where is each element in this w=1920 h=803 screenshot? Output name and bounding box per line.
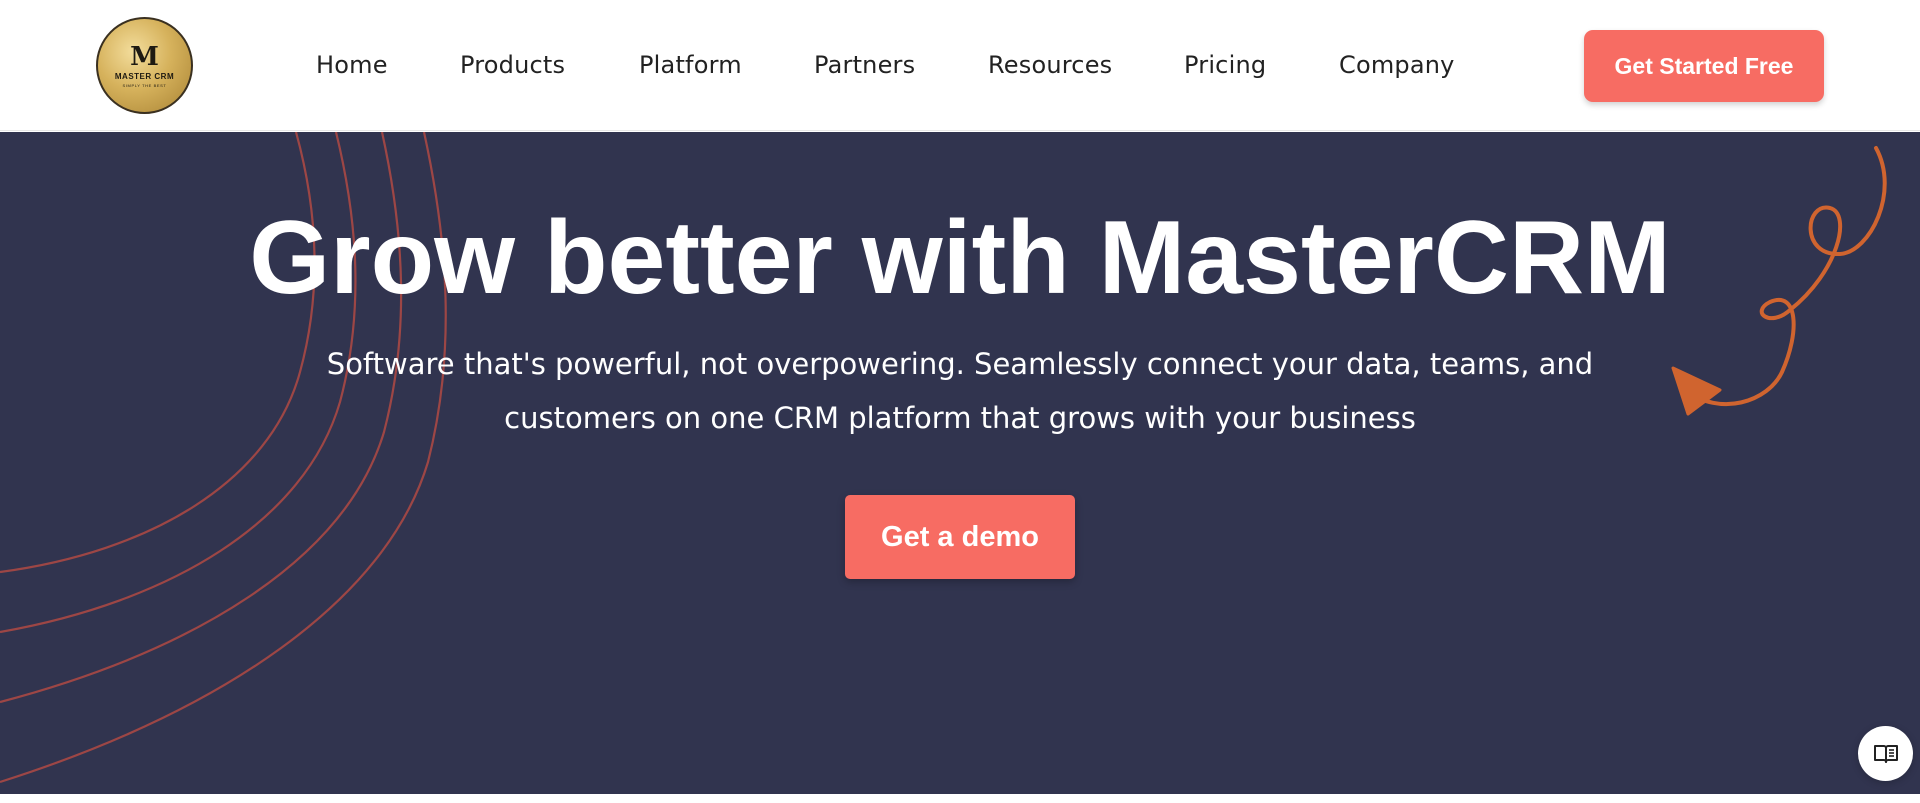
site-header: M MASTER CRM SIMPLY THE BEST Home Produc… bbox=[0, 0, 1920, 131]
logo-tagline: SIMPLY THE BEST bbox=[122, 82, 167, 88]
nav-item-partners[interactable]: Partners bbox=[814, 48, 915, 82]
reader-mode-button[interactable] bbox=[1858, 726, 1913, 781]
book-reader-icon bbox=[1873, 744, 1898, 763]
nav-item-company[interactable]: Company bbox=[1339, 48, 1455, 82]
get-a-demo-button[interactable]: Get a demo bbox=[845, 495, 1075, 579]
hero-subtitle-line2: customers on one CRM platform that grows… bbox=[504, 401, 1416, 435]
hero-title: Grow better with MasterCRM bbox=[249, 200, 1671, 316]
nav-item-products[interactable]: Products bbox=[460, 48, 565, 82]
nav-item-home[interactable]: Home bbox=[316, 48, 388, 82]
get-started-free-button[interactable]: Get Started Free bbox=[1584, 30, 1824, 102]
nav-item-resources[interactable]: Resources bbox=[988, 48, 1112, 82]
hero-subtitle-line1: Software that's powerful, not overpoweri… bbox=[326, 347, 1594, 381]
nav-item-platform[interactable]: Platform bbox=[639, 48, 742, 82]
nav-item-pricing[interactable]: Pricing bbox=[1184, 48, 1266, 82]
hero-section: Grow better with MasterCRM Software that… bbox=[0, 132, 1920, 794]
